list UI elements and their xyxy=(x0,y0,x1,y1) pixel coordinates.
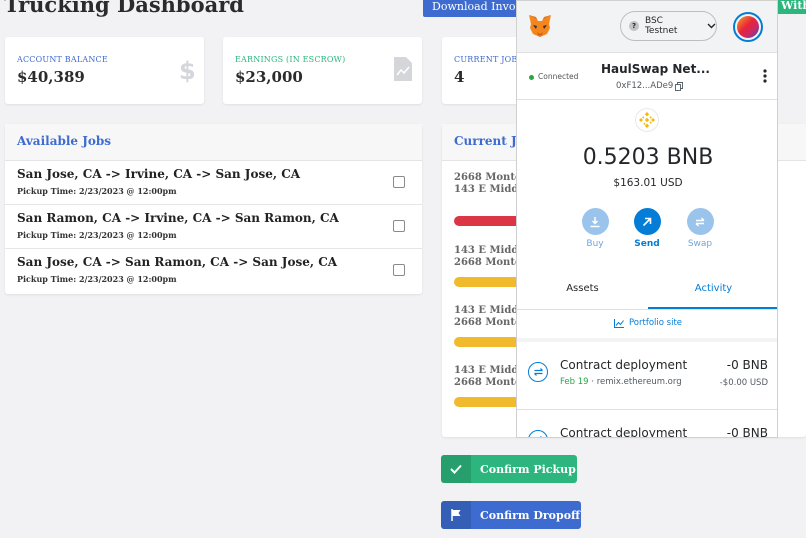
invoice-icon xyxy=(394,57,412,81)
transaction-title: Contract deployment xyxy=(560,358,688,372)
download-invoice-button[interactable]: Download Invoi xyxy=(423,0,518,17)
transaction-amount: -0 BNB xyxy=(726,426,768,438)
kebab-menu-icon[interactable] xyxy=(763,69,767,83)
arrow-up-right-icon xyxy=(642,217,652,226)
bnb-logo-icon xyxy=(635,108,659,132)
portfolio-label: Portfolio site xyxy=(628,318,683,328)
wallet-tabs: Assets Activity xyxy=(517,269,777,310)
portfolio-link[interactable]: Portfolio site xyxy=(517,318,777,328)
confirm-dropoff-button[interactable]: Confirm Dropoff xyxy=(441,501,581,529)
flag-icon xyxy=(450,509,460,521)
metamask-fox-icon xyxy=(529,15,551,37)
transaction-item[interactable]: Contract deployment -0 BNB xyxy=(517,410,777,438)
chart-icon xyxy=(613,318,624,328)
dollar-icon: $ xyxy=(179,57,194,83)
stat-card-account-balance: ACCOUNT BALANCE $40,389 $ xyxy=(5,37,204,104)
job-pickup-time: Pickup Time: 2/23/2023 @ 12:00pm xyxy=(17,230,177,240)
account-name: HaulSwap Net... xyxy=(601,62,710,76)
transaction-origin: remix.ethereum.org xyxy=(596,377,682,387)
send-button[interactable]: Send xyxy=(629,208,665,249)
stat-value: $23,000 xyxy=(235,68,303,86)
download-invoice-label: Download Invoi xyxy=(432,0,518,13)
transaction-title: Contract deployment xyxy=(560,426,688,438)
check-icon xyxy=(450,464,462,474)
job-checkbox[interactable] xyxy=(393,176,405,188)
job-row[interactable]: San Jose, CA -> San Ramon, CA -> San Jos… xyxy=(5,249,422,293)
withdraw-button[interactable]: Withd xyxy=(777,0,806,14)
confirm-pickup-label: Confirm Pickup xyxy=(480,462,576,476)
available-jobs-title: Available Jobs xyxy=(5,124,422,161)
buy-button[interactable]: Buy xyxy=(577,208,613,249)
job-route: San Ramon, CA -> Irvine, CA -> San Ramon… xyxy=(17,211,339,225)
send-label: Send xyxy=(634,239,660,249)
stat-label: ACCOUNT BALANCE xyxy=(17,55,108,64)
transaction-amount: -0 BNB xyxy=(726,358,768,372)
transaction-meta: Feb 19 · remix.ethereum.org xyxy=(560,377,682,387)
account-avatar[interactable] xyxy=(733,12,763,42)
address-text: 0xF12...ADe9 xyxy=(616,81,674,91)
swap-icon xyxy=(695,217,705,226)
fiat-balance: $163.01 USD xyxy=(613,177,683,189)
transaction-fiat: -$0.00 USD xyxy=(719,378,768,388)
chevron-down-icon xyxy=(707,23,716,29)
stat-card-earnings: EARNINGS (IN ESCROW) $23,000 xyxy=(223,37,422,104)
svg-text:$: $ xyxy=(179,57,194,83)
contract-interaction-icon xyxy=(533,368,543,376)
network-question-icon: ? xyxy=(629,21,639,31)
stat-label: EARNINGS (IN ESCROW) xyxy=(235,55,346,64)
job-route: San Jose, CA -> San Ramon, CA -> San Jos… xyxy=(17,255,338,269)
confirm-dropoff-label: Confirm Dropoff xyxy=(480,508,581,522)
page-title: Trucking Dashboard xyxy=(4,0,244,17)
job-checkbox[interactable] xyxy=(393,220,405,232)
available-jobs-panel: Available Jobs San Jose, CA -> Irvine, C… xyxy=(5,124,422,294)
stat-value: 4 xyxy=(454,68,465,86)
connected-status-dot xyxy=(529,75,534,80)
job-row[interactable]: San Ramon, CA -> Irvine, CA -> San Ramon… xyxy=(5,205,422,249)
token-balance: 0.5203 BNB xyxy=(582,145,714,170)
copy-icon xyxy=(675,81,684,91)
swap-button[interactable]: Swap xyxy=(682,208,718,249)
job-checkbox[interactable] xyxy=(393,264,405,276)
connected-status[interactable]: Connected xyxy=(538,72,578,81)
download-icon xyxy=(590,216,600,227)
job-pickup-time: Pickup Time: 2/23/2023 @ 12:00pm xyxy=(17,274,177,284)
current-job-progress-bar xyxy=(454,337,524,347)
confirm-pickup-button[interactable]: Confirm Pickup xyxy=(441,455,577,483)
buy-label: Buy xyxy=(586,239,604,249)
tab-activity[interactable]: Activity xyxy=(648,269,777,309)
current-job-progress-bar xyxy=(454,277,524,287)
transaction-date: Feb 19 xyxy=(560,377,589,387)
current-job-progress-bar xyxy=(454,216,524,226)
account-bar: Connected HaulSwap Net... 0xF12...ADe9 xyxy=(517,53,777,100)
contract-interaction-icon xyxy=(539,436,542,437)
stat-label: CURRENT JOBS xyxy=(454,55,524,64)
job-route: San Jose, CA -> Irvine, CA -> San Jose, … xyxy=(17,167,301,181)
job-row[interactable]: San Jose, CA -> Irvine, CA -> San Jose, … xyxy=(5,161,422,205)
network-selector[interactable]: ? BSC Testnet xyxy=(620,11,717,41)
transaction-item[interactable]: Contract deployment Feb 19 · remix.ether… xyxy=(517,342,777,410)
swap-label: Swap xyxy=(687,239,713,249)
metamask-header: ? BSC Testnet xyxy=(517,1,777,53)
network-name: BSC Testnet xyxy=(644,16,678,36)
metamask-popup: ? BSC Testnet Connected HaulSwap Net... … xyxy=(516,0,778,438)
stat-value: $40,389 xyxy=(17,68,85,86)
tab-assets[interactable]: Assets xyxy=(517,269,648,309)
current-job-progress-bar xyxy=(454,397,524,407)
account-address[interactable]: 0xF12...ADe9 xyxy=(616,81,684,91)
job-pickup-time: Pickup Time: 2/23/2023 @ 12:00pm xyxy=(17,186,177,196)
